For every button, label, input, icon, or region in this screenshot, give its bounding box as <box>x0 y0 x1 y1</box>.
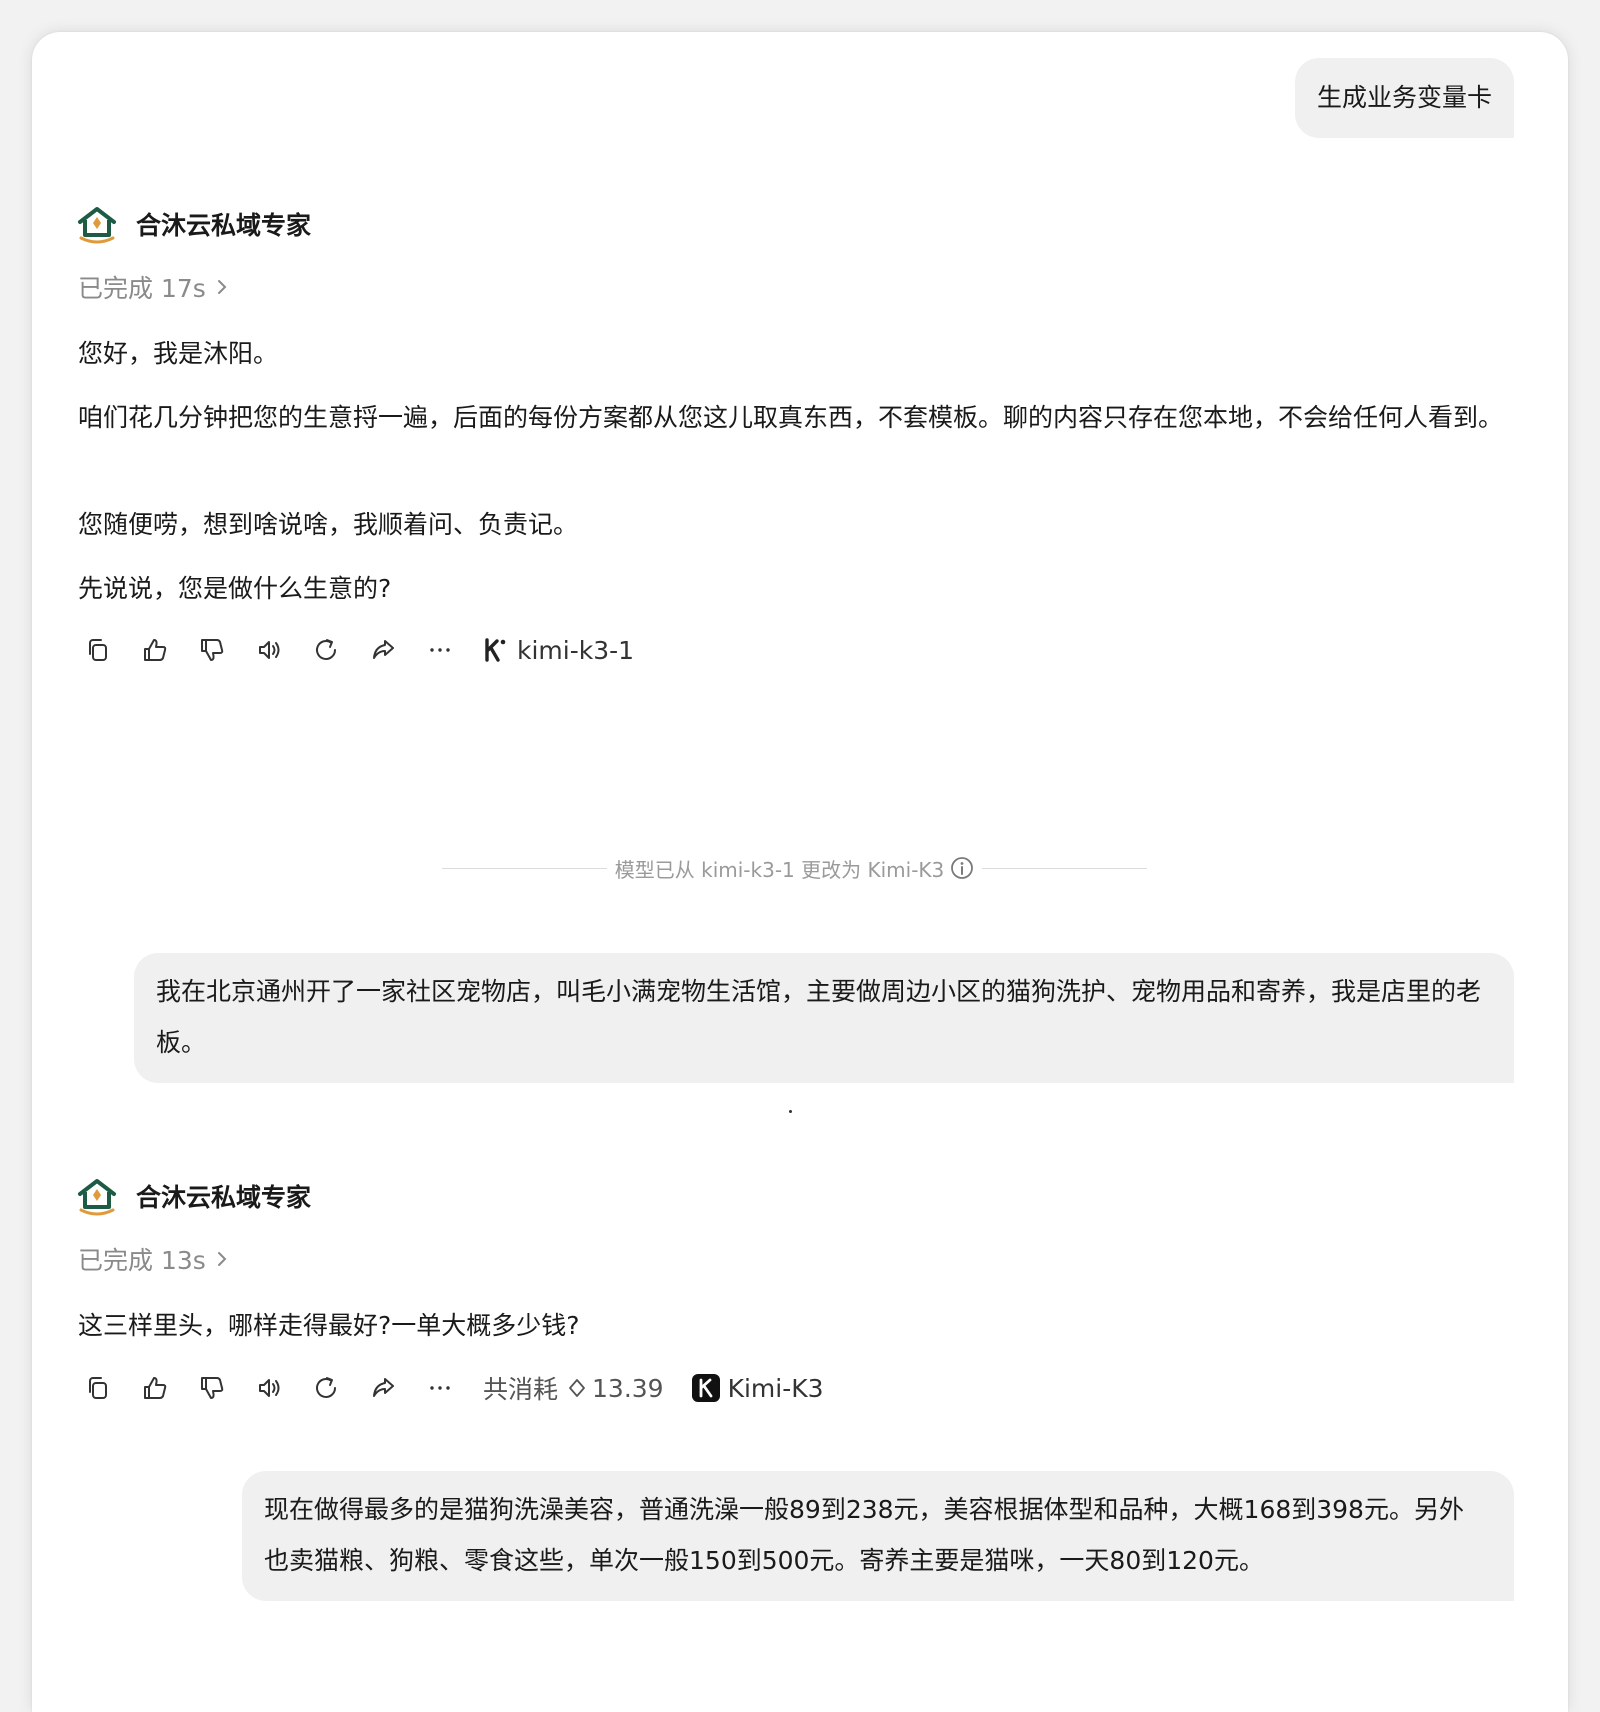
cost-value: 13.39 <box>592 1373 664 1403</box>
agent-name: 合沐云私域专家 <box>136 1183 312 1212</box>
divider-line <box>982 867 1148 869</box>
read-aloud-button[interactable] <box>249 630 289 670</box>
cost-label: 共消耗 <box>483 1375 559 1404</box>
speaker-icon <box>259 641 280 659</box>
message-toolbar: kimi-k3-1 <box>78 630 634 670</box>
assistant-paragraph: 咱们花几分钟把您的生意捋一遍，后面的每份方案都从您这儿取真东西，不套模板。聊的内… <box>78 403 1504 432</box>
agent-header: 合沐云私域专家 <box>76 1174 311 1218</box>
model-badge[interactable]: kimi-k3-1 <box>483 636 634 665</box>
agent-logo-icon <box>78 207 116 244</box>
user-message: 我在北京通州开了一家社区宠物店，叫毛小满宠物生活馆，主要做周边小区的猫狗洗护、宠… <box>134 953 1514 1083</box>
more-icon <box>430 648 450 652</box>
regenerate-button[interactable] <box>306 630 346 670</box>
read-aloud-button[interactable] <box>249 1368 289 1408</box>
chevron-right-icon <box>217 1252 227 1266</box>
divider-line <box>442 867 607 869</box>
share-button[interactable] <box>363 630 403 670</box>
thumbs-down-icon <box>201 1377 224 1399</box>
more-icon <box>430 1386 450 1390</box>
model-badge[interactable]: Kimi-K3 <box>691 1373 824 1403</box>
thinking-status[interactable]: 已完成 17s <box>78 270 228 304</box>
share-button[interactable] <box>363 1368 403 1408</box>
kimi-logo-icon <box>691 1374 720 1402</box>
thumbs-down-button[interactable] <box>192 630 232 670</box>
user-message: 生成业务变量卡 <box>1294 58 1514 138</box>
token-cost: 共消耗 13.39 <box>483 1370 664 1406</box>
chevron-right-icon <box>217 280 227 294</box>
thinking-status[interactable]: 已完成 13s <box>78 1242 228 1276</box>
agent-name: 合沐云私域专家 <box>136 211 312 240</box>
assistant-paragraph: 这三样里头，哪样走得最好?一单大概多少钱? <box>78 1311 580 1340</box>
thumbs-up-icon <box>144 1377 167 1399</box>
stray-dot <box>789 1110 792 1113</box>
thumbs-up-button[interactable] <box>135 630 175 670</box>
kimi-logo-icon <box>485 638 506 662</box>
assistant-paragraph: 先说说，您是做什么生意的? <box>78 574 392 603</box>
thumbs-up-icon <box>144 639 167 661</box>
model-name: kimi-k3-1 <box>517 635 635 665</box>
speaker-icon <box>259 1379 280 1397</box>
share-icon <box>373 640 394 659</box>
message-toolbar: 共消耗 13.39 Kimi-K3 <box>78 1368 824 1408</box>
diamond-icon <box>569 1379 585 1397</box>
share-icon <box>373 1378 394 1397</box>
copy-button[interactable] <box>78 1368 118 1408</box>
more-button[interactable] <box>420 1368 460 1408</box>
user-message: 现在做得最多的是猫狗洗澡美容，普通洗澡一般89到238元，美容根据体型和品种，大… <box>242 1471 1514 1601</box>
copy-button[interactable] <box>78 630 118 670</box>
more-button[interactable] <box>420 630 460 670</box>
model-name: Kimi-K3 <box>727 1373 824 1403</box>
regenerate-icon <box>316 1377 336 1398</box>
agent-logo-icon <box>78 1179 116 1216</box>
model-change-divider: 模型已从 kimi-k3-1 更改为 Kimi-K3 <box>442 853 1148 883</box>
status-label: 已完成 17s <box>78 274 206 303</box>
copy-icon <box>89 639 107 661</box>
model-change-notice: 模型已从 kimi-k3-1 更改为 Kimi-K3 <box>614 857 945 882</box>
chat-window: 生成业务变量卡 合沐云私域专家 已完成 17s 您好，我是沐阳。 咱们花几分钟把… <box>32 32 1568 1712</box>
assistant-paragraph: 您好，我是沐阳。 <box>78 339 279 368</box>
thumbs-down-icon <box>201 639 224 661</box>
status-label: 已完成 13s <box>78 1246 206 1275</box>
agent-header: 合沐云私域专家 <box>76 202 311 246</box>
thumbs-up-button[interactable] <box>135 1368 175 1408</box>
regenerate-icon <box>316 639 336 660</box>
regenerate-button[interactable] <box>306 1368 346 1408</box>
thumbs-down-button[interactable] <box>192 1368 232 1408</box>
info-icon[interactable] <box>950 856 974 880</box>
assistant-paragraph: 您随便唠，想到啥说啥，我顺着问、负责记。 <box>78 510 579 539</box>
copy-icon <box>89 1377 107 1399</box>
